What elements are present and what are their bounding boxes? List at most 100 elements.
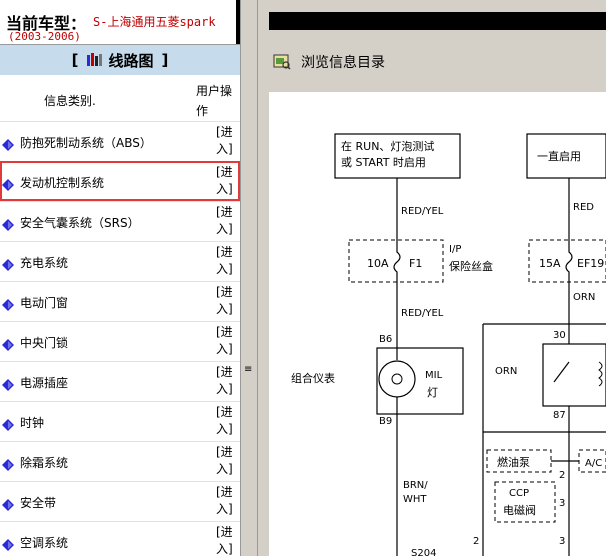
num-3a: 3: [559, 498, 565, 509]
vehicle-header: 当前车型： S-上海通用五菱spark (2003-2006): [0, 0, 240, 45]
mil-label: MIL: [425, 370, 443, 381]
diamond-icon: [2, 256, 14, 271]
category-row[interactable]: 空调系统 [进入]: [0, 521, 240, 556]
category-row[interactable]: 安全气囊系统（SRS） [进入]: [0, 201, 240, 241]
cluster-label: 组合仪表: [291, 371, 335, 385]
viewer-top-bar: [269, 12, 606, 30]
relay-box: [542, 343, 606, 407]
wire-red: RED: [573, 202, 594, 213]
fuse-ef19: EF19: [577, 257, 604, 270]
fuse-f1: F1: [409, 257, 422, 270]
wiring-book-icon: [86, 53, 104, 67]
diamond-icon: [2, 416, 14, 431]
wiring-diagram: 在 RUN、灯泡测试 或 START 时启用 一直启用 RED/YEL RED …: [269, 92, 606, 556]
pin-b9: B9: [379, 416, 392, 427]
browse-directory-button[interactable]: 浏览信息目录: [269, 44, 606, 80]
category-row[interactable]: 电源插座 [进入]: [0, 361, 240, 401]
enter-link[interactable]: [进入]: [216, 404, 238, 438]
diamond-icon: [2, 376, 14, 391]
fuse-box-label: 保险丝盒: [449, 259, 493, 273]
splitter-grip[interactable]: ≡: [244, 364, 252, 375]
category-name[interactable]: 防抱死制动系统（ABS）: [20, 134, 152, 151]
category-name[interactable]: 安全气囊系统（SRS）: [20, 214, 140, 231]
enter-link[interactable]: [进入]: [216, 164, 238, 198]
category-name[interactable]: 中央门锁: [20, 334, 68, 351]
instrument-cluster-box: [376, 347, 464, 415]
wire-orn-2: ORN: [495, 366, 517, 377]
browse-icon: [273, 54, 291, 70]
enter-link[interactable]: [进入]: [216, 324, 238, 358]
pin-87: 87: [553, 410, 566, 421]
category-row[interactable]: 电动门窗 [进入]: [0, 281, 240, 321]
title-close-bracket: ]: [161, 51, 169, 69]
title-text: 线路图: [108, 51, 154, 70]
diamond-icon: [2, 496, 14, 511]
column-header: 信息类别. 用户操作: [0, 75, 240, 121]
wire-wht: WHT: [403, 494, 427, 505]
wire-red-yel-1: RED/YEL: [401, 206, 444, 217]
fuse-15a: 15A: [539, 257, 561, 270]
category-row[interactable]: 时钟 [进入]: [0, 401, 240, 441]
category-name[interactable]: 充电系统: [20, 254, 68, 271]
pin-30: 30: [553, 330, 566, 341]
enter-link[interactable]: [进入]: [216, 204, 238, 238]
num-2a: 2: [559, 470, 565, 481]
category-name[interactable]: 空调系统: [20, 534, 68, 551]
category-list: 防抱死制动系统（ABS） [进入] 发动机控制系统 [进入] 安全气囊系统（SRS） [进…: [0, 121, 240, 556]
diamond-icon: [2, 536, 14, 551]
category-row[interactable]: 防抱死制动系统（ABS） [进入]: [0, 121, 240, 161]
category-name[interactable]: 发动机控制系统: [20, 174, 104, 191]
section-title: [ 线路图 ]: [0, 45, 240, 75]
viewer-pane: 浏览信息目录 在 RUN、灯泡测试 或 START 时启用 一直启用 RED/Y…: [259, 0, 606, 556]
box1-line1: 在 RUN、灯泡测试: [341, 139, 434, 153]
fuel-pump-label: 燃油泵: [497, 455, 530, 469]
category-name[interactable]: 电源插座: [20, 374, 68, 391]
solenoid-label: 电磁阀: [503, 503, 536, 517]
diamond-icon: [2, 216, 14, 231]
enter-link[interactable]: [进入]: [216, 284, 238, 318]
category-row[interactable]: 发动机控制系统 [进入]: [0, 161, 240, 201]
diamond-icon: [2, 456, 14, 471]
category-name[interactable]: 电动门窗: [20, 294, 68, 311]
title-open-bracket: [: [71, 51, 79, 69]
box1-line2: 或 START 时启用: [341, 156, 426, 169]
ac-label: A/C: [585, 458, 602, 469]
category-row[interactable]: 充电系统 [进入]: [0, 241, 240, 281]
num-2b: 2: [473, 536, 479, 547]
column-category: 信息类别.: [44, 94, 96, 108]
ccp-label: CCP: [509, 488, 529, 499]
enter-link[interactable]: [进入]: [216, 524, 238, 556]
fuse-10a: 10A: [367, 257, 389, 270]
wire-orn-1: ORN: [573, 292, 595, 303]
enter-link[interactable]: [进入]: [216, 484, 238, 518]
column-operation: 用户操作: [196, 84, 233, 118]
category-row[interactable]: 中央门锁 [进入]: [0, 321, 240, 361]
wire-red-yel-2: RED/YEL: [401, 308, 444, 319]
category-row[interactable]: 除霜系统 [进入]: [0, 441, 240, 481]
pane-splitter[interactable]: ≡: [240, 0, 258, 556]
diamond-icon: [2, 336, 14, 351]
category-name[interactable]: 除霜系统: [20, 454, 68, 471]
ip-label: I/P: [449, 244, 461, 255]
browse-label: 浏览信息目录: [301, 55, 385, 71]
diamond-icon: [2, 296, 14, 311]
enter-link[interactable]: [进入]: [216, 124, 238, 158]
diamond-icon: [2, 176, 14, 191]
vehicle-years: (2003-2006): [8, 30, 81, 43]
enter-link[interactable]: [进入]: [216, 244, 238, 278]
box2-text: 一直启用: [537, 149, 581, 163]
fuse-f1-box: [348, 239, 444, 283]
pin-b6: B6: [379, 334, 392, 345]
category-name[interactable]: 时钟: [20, 414, 44, 431]
left-pane: 当前车型： S-上海通用五菱spark (2003-2006) [ 线路图 ] …: [0, 0, 240, 556]
bottom-label: S204: [411, 548, 436, 556]
num-3b: 3: [559, 536, 565, 547]
enter-link[interactable]: [进入]: [216, 364, 238, 398]
vehicle-model: S-上海通用五菱spark: [93, 15, 216, 29]
category-name[interactable]: 安全带: [20, 494, 56, 511]
diamond-icon: [2, 136, 14, 151]
category-row[interactable]: 安全带 [进入]: [0, 481, 240, 521]
wire-brn: BRN/: [403, 480, 428, 491]
enter-link[interactable]: [进入]: [216, 444, 238, 478]
lamp-label: 灯: [427, 386, 438, 399]
